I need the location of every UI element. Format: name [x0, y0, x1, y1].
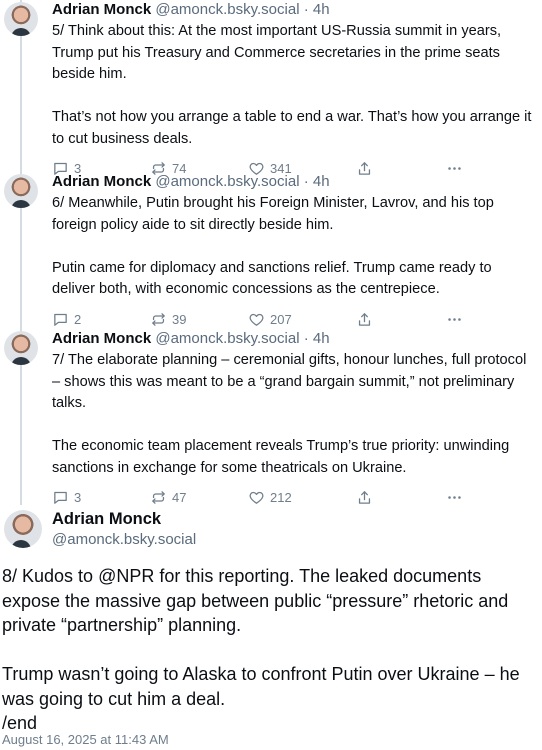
- thread-post[interactable]: Adrian Monck @amonck.bsky.social · 4h 6/…: [0, 172, 542, 332]
- share-button[interactable]: [356, 489, 373, 506]
- avatar[interactable]: [4, 2, 38, 36]
- speech-bubble-icon: [54, 313, 67, 326]
- ellipsis-icon: [448, 317, 461, 321]
- post-paragraph: 7/ The elaborate planning – ceremonial g…: [52, 352, 527, 411]
- main-post-avatar[interactable]: [4, 510, 42, 548]
- post-actions: 2 39 207: [52, 311, 536, 331]
- reply-count: 3: [74, 490, 82, 505]
- post-time[interactable]: 4h: [313, 330, 330, 347]
- avatar[interactable]: [4, 510, 42, 548]
- author-handle[interactable]: @amonck.bsky.social: [155, 1, 299, 18]
- post-time[interactable]: 4h: [313, 173, 330, 190]
- author-name[interactable]: Adrian Monck: [52, 173, 151, 190]
- share-upload-icon: [358, 491, 371, 504]
- avatar[interactable]: [4, 174, 38, 208]
- heart-icon: [249, 313, 264, 326]
- main-post-text: 8/ Kudos to @NPR for this reporting. The…: [2, 564, 538, 736]
- thread-post[interactable]: Adrian Monck @amonck.bsky.social · 4h 7/…: [0, 329, 542, 505]
- author-name[interactable]: Adrian Monck: [52, 1, 151, 18]
- like-button[interactable]: 207: [248, 311, 292, 328]
- post-paragraph: 6/ Meanwhile, Putin brought his Foreign …: [52, 195, 494, 233]
- repost-button[interactable]: 39: [150, 311, 186, 328]
- post-paragraph: Putin came for diplomacy and sanctions r…: [52, 259, 492, 298]
- main-post-paragraph: Trump wasn’t going to Alaska to confront…: [2, 664, 520, 733]
- avatar[interactable]: [4, 331, 38, 365]
- separator-dot: ·: [303, 330, 309, 347]
- thread-post[interactable]: Adrian Monck @amonck.bsky.social · 4h 5/…: [0, 0, 542, 176]
- repost-count: 39: [172, 311, 187, 327]
- repost-count: 47: [172, 490, 187, 505]
- post-paragraph: 5/ Think about this: At the most importa…: [52, 23, 502, 82]
- separator-dot: ·: [303, 1, 309, 18]
- speech-bubble-icon: [54, 491, 67, 504]
- repost-arrows-icon: [152, 491, 165, 504]
- post-time[interactable]: 4h: [313, 1, 330, 18]
- post-header: Adrian Monck @amonck.bsky.social · 4h: [52, 172, 536, 192]
- share-upload-icon: [358, 312, 371, 326]
- like-count: 207: [270, 311, 292, 327]
- separator-dot: ·: [303, 173, 309, 190]
- reply-button[interactable]: 3: [52, 489, 81, 506]
- post-text: 7/ The elaborate planning – ceremonial g…: [52, 350, 536, 479]
- repost-button[interactable]: 47: [150, 489, 186, 506]
- post-text: 6/ Meanwhile, Putin brought his Foreign …: [52, 193, 536, 301]
- like-count: 212: [270, 490, 292, 505]
- share-button[interactable]: [356, 311, 373, 328]
- post-header: Adrian Monck @amonck.bsky.social · 4h: [52, 0, 536, 20]
- main-author-handle[interactable]: @amonck.bsky.social: [52, 531, 196, 548]
- heart-icon: [249, 491, 264, 504]
- more-options-button[interactable]: [446, 489, 463, 506]
- reply-button[interactable]: 2: [52, 311, 81, 328]
- main-post-paragraph: 8/ Kudos to @NPR for this reporting. The…: [2, 566, 509, 635]
- repost-arrows-icon: [152, 312, 165, 326]
- post-paragraph: That’s not how you arrange a table to en…: [52, 109, 532, 147]
- like-button[interactable]: 212: [248, 489, 292, 506]
- author-handle[interactable]: @amonck.bsky.social: [155, 173, 299, 190]
- ellipsis-icon: [448, 496, 461, 499]
- main-author-name[interactable]: Adrian Monck: [52, 510, 161, 529]
- post-actions: 3 47 212: [52, 489, 536, 509]
- reply-count: 2: [74, 311, 82, 327]
- more-options-button[interactable]: [446, 311, 463, 328]
- post-header: Adrian Monck @amonck.bsky.social · 4h: [52, 329, 536, 349]
- post-text: 5/ Think about this: At the most importa…: [52, 21, 536, 150]
- author-name[interactable]: Adrian Monck: [52, 330, 151, 347]
- author-handle[interactable]: @amonck.bsky.social: [155, 330, 299, 347]
- post-timestamp: August 16, 2025 at 11:43 AM: [2, 732, 169, 747]
- post-paragraph: The economic team placement reveals Trum…: [52, 438, 510, 476]
